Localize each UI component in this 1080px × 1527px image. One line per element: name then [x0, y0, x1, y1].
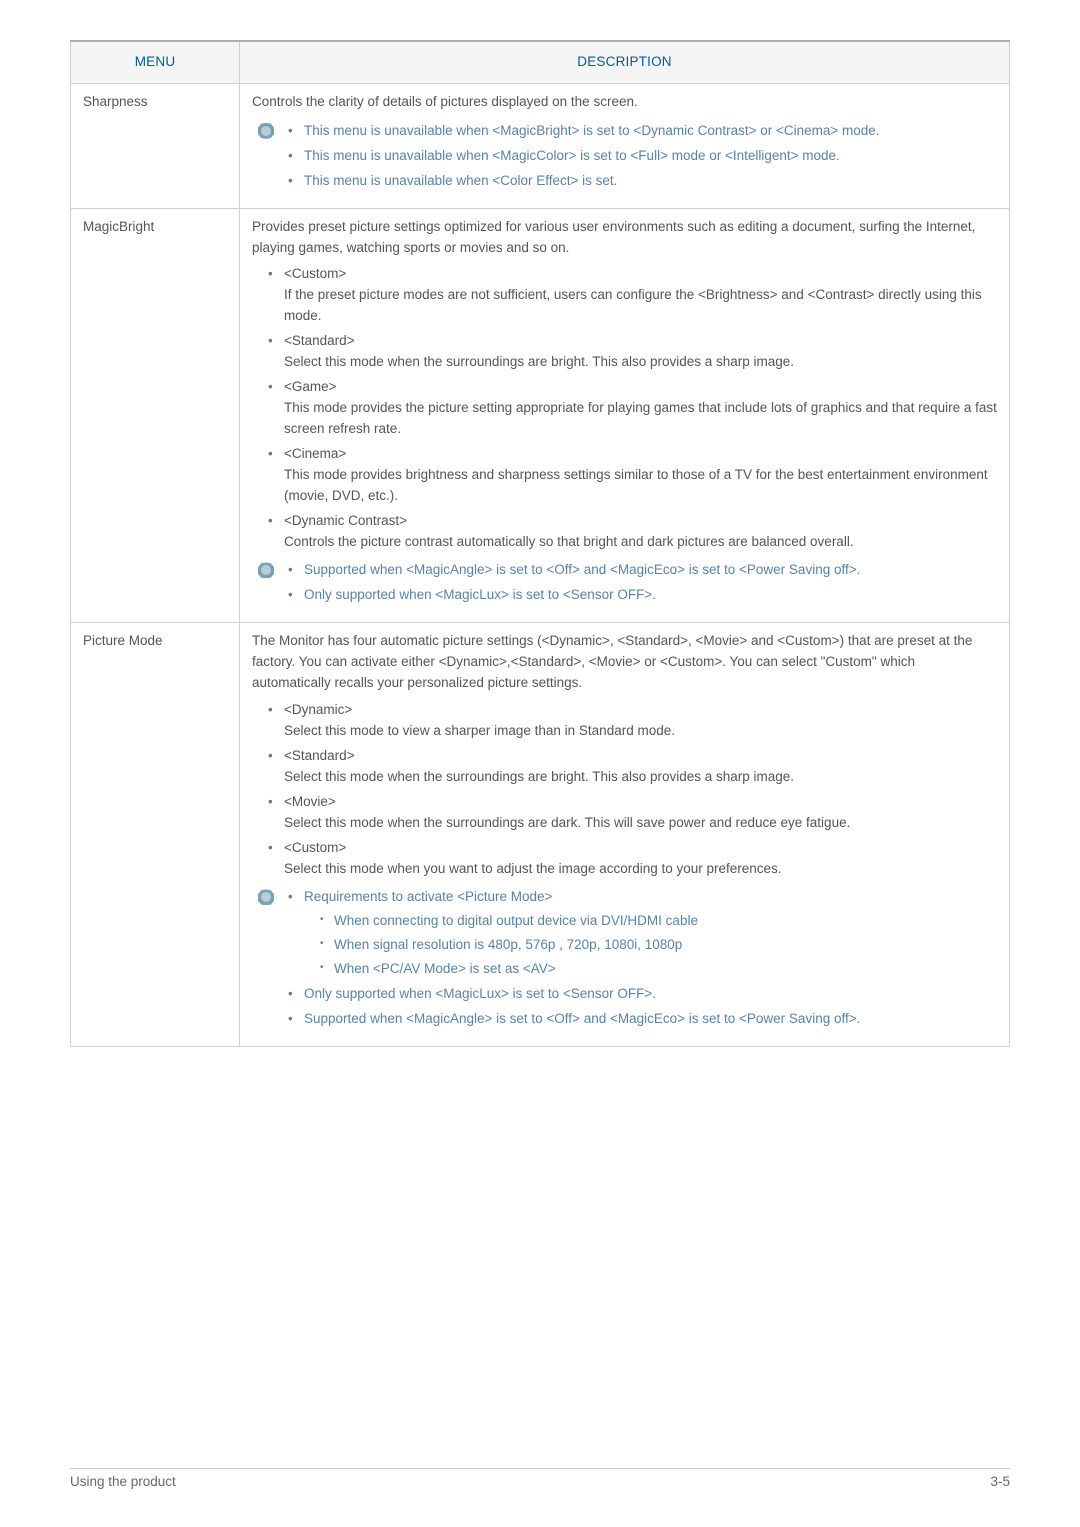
description-cell: Provides preset picture settings optimiz… [240, 208, 1010, 623]
lead-text: Provides preset picture settings optimiz… [252, 217, 997, 259]
menu-description-table: Menu Description Sharpness Controls the … [70, 40, 1010, 1047]
menu-label: MagicBright [71, 208, 240, 623]
option-list: <Dynamic> Select this mode to view a sha… [252, 700, 997, 879]
option-title: <Custom> [284, 266, 346, 281]
note-box: This menu is unavailable when <MagicBrig… [258, 121, 997, 192]
lead-text: The Monitor has four automatic picture s… [252, 631, 997, 694]
option-text: Select this mode when the surroundings a… [284, 815, 850, 830]
note-box: Supported when <MagicAngle> is set to <O… [258, 560, 997, 606]
option-title: <Game> [284, 379, 337, 394]
option-title: <Standard> [284, 748, 355, 763]
option-title: <Cinema> [284, 446, 346, 461]
list-item: <Cinema> This mode provides brightness a… [268, 444, 997, 507]
list-item: <Custom> If the preset picture modes are… [268, 264, 997, 327]
note-item: This menu is unavailable when <MagicColo… [288, 146, 997, 167]
option-title: <Standard> [284, 333, 355, 348]
option-title: <Custom> [284, 840, 346, 855]
option-text: Select this mode when you want to adjust… [284, 861, 782, 876]
list-item: <Standard> Select this mode when the sur… [268, 746, 997, 788]
option-text: Controls the picture contrast automatica… [284, 534, 854, 549]
note-item: Requirements to activate <Picture Mode> … [288, 887, 997, 980]
note-list: This menu is unavailable when <MagicBrig… [288, 121, 997, 192]
note-list: Supported when <MagicAngle> is set to <O… [288, 560, 997, 606]
option-text: Select this mode when the surroundings a… [284, 354, 794, 369]
note-icon [258, 562, 274, 578]
menu-label: Sharpness [71, 83, 240, 208]
note-item: This menu is unavailable when <MagicBrig… [288, 121, 997, 142]
note-lead: Requirements to activate <Picture Mode> [304, 889, 552, 904]
list-item: <Dynamic> Select this mode to view a sha… [268, 700, 997, 742]
note-subitem: When <PC/AV Mode> is set as <AV> [320, 959, 997, 980]
footer-right: 3-5 [990, 1472, 1010, 1493]
option-title: <Dynamic> [284, 702, 352, 717]
list-item: <Dynamic Contrast> Controls the picture … [268, 511, 997, 553]
note-item: Only supported when <MagicLux> is set to… [288, 984, 997, 1005]
header-menu: Menu [71, 41, 240, 83]
header-description: Description [240, 41, 1010, 83]
menu-label: Picture Mode [71, 623, 240, 1047]
note-subitem: When signal resolution is 480p, 576p , 7… [320, 935, 997, 956]
option-text: This mode provides the picture setting a… [284, 400, 997, 436]
list-item: <Standard> Select this mode when the sur… [268, 331, 997, 373]
note-icon [258, 889, 274, 905]
table-row: Sharpness Controls the clarity of detail… [71, 83, 1010, 208]
description-cell: The Monitor has four automatic picture s… [240, 623, 1010, 1047]
description-cell: Controls the clarity of details of pictu… [240, 83, 1010, 208]
option-text: If the preset picture modes are not suff… [284, 287, 982, 323]
note-subitem: When connecting to digital output device… [320, 911, 997, 932]
table-row: MagicBright Provides preset picture sett… [71, 208, 1010, 623]
note-box: Requirements to activate <Picture Mode> … [258, 887, 997, 1030]
note-item: This menu is unavailable when <Color Eff… [288, 171, 997, 192]
note-list: Requirements to activate <Picture Mode> … [288, 887, 997, 1030]
option-title: <Dynamic Contrast> [284, 513, 407, 528]
note-sublist: When connecting to digital output device… [304, 911, 997, 980]
option-text: Select this mode when the surroundings a… [284, 769, 794, 784]
note-item: Supported when <MagicAngle> is set to <O… [288, 560, 997, 581]
note-item: Only supported when <MagicLux> is set to… [288, 585, 997, 606]
page-footer: Using the product 3-5 [70, 1472, 1010, 1493]
option-text: Select this mode to view a sharper image… [284, 723, 675, 738]
footer-divider [70, 1468, 1010, 1469]
lead-text: Controls the clarity of details of pictu… [252, 92, 997, 113]
table-row: Picture Mode The Monitor has four automa… [71, 623, 1010, 1047]
list-item: <Game> This mode provides the picture se… [268, 377, 997, 440]
option-list: <Custom> If the preset picture modes are… [252, 264, 997, 552]
list-item: <Custom> Select this mode when you want … [268, 838, 997, 880]
option-text: This mode provides brightness and sharpn… [284, 467, 988, 503]
note-icon [258, 123, 274, 139]
list-item: <Movie> Select this mode when the surrou… [268, 792, 997, 834]
footer-left: Using the product [70, 1472, 176, 1493]
option-title: <Movie> [284, 794, 336, 809]
note-item: Supported when <MagicAngle> is set to <O… [288, 1009, 997, 1030]
